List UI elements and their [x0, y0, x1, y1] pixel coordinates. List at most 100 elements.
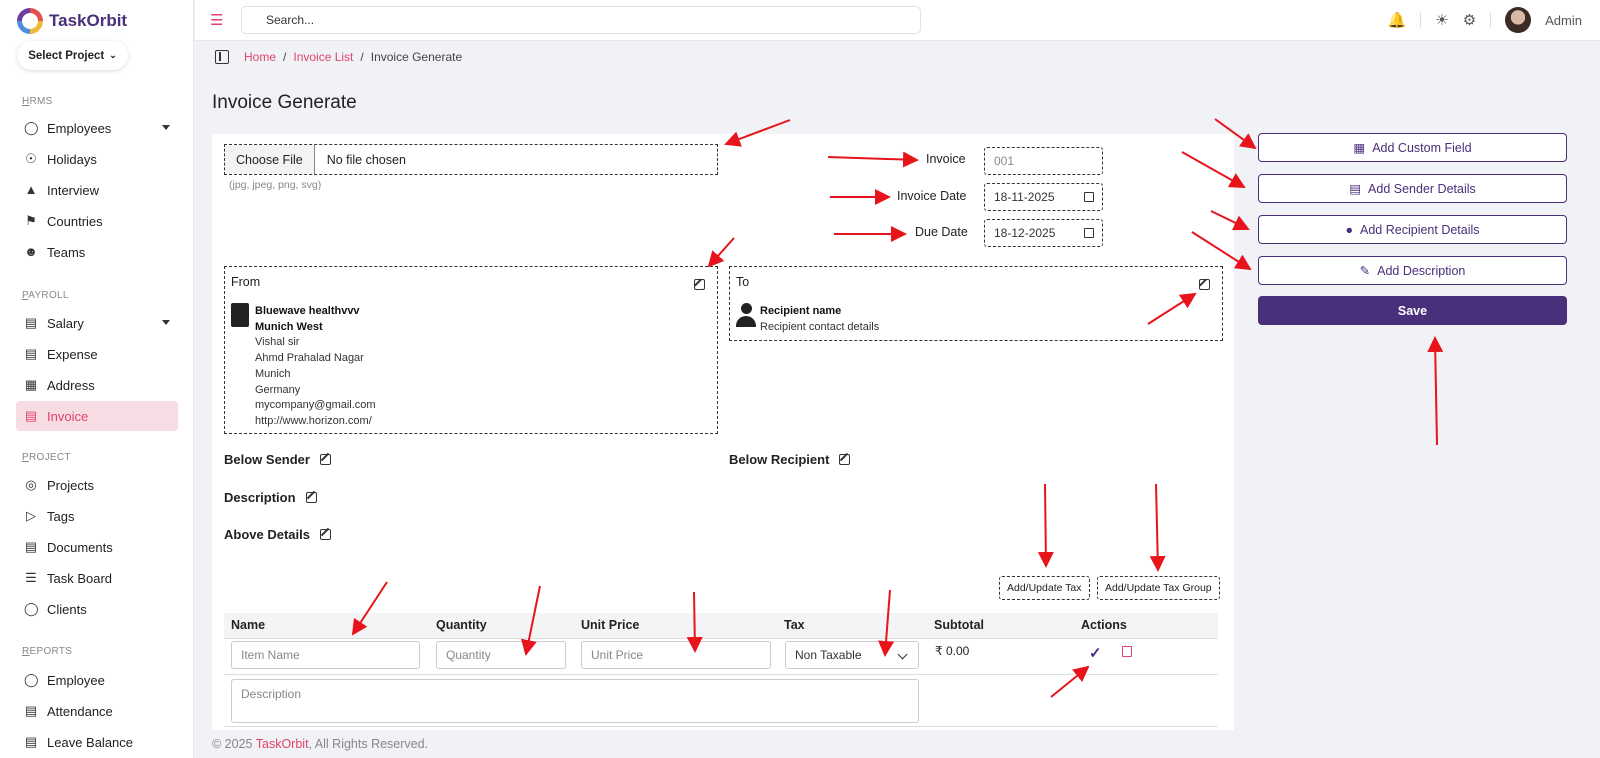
invoice-date-field[interactable]: 18-11-2025 — [984, 183, 1103, 211]
sender-line: Vishal sir — [255, 336, 300, 349]
sidebar-item-invoice[interactable]: ▤ Invoice — [16, 401, 178, 431]
sidebar-item-attendance[interactable]: ▤ Attendance — [16, 696, 178, 726]
edit-recipient-icon[interactable] — [1199, 279, 1210, 290]
row-divider — [224, 726, 1218, 727]
below-sender-section: Below Sender — [224, 452, 331, 467]
footer-year: © 2025 — [212, 737, 253, 751]
settings-gear-icon[interactable]: ⚙ — [1463, 11, 1476, 29]
choose-file-button[interactable]: Choose File — [225, 145, 315, 174]
item-description-textarea[interactable]: Description — [231, 679, 919, 723]
add-sender-label: Add Sender Details — [1368, 181, 1476, 196]
sidebar-item-holidays[interactable]: ☉ Holidays — [16, 144, 178, 174]
layers-icon: ☰ — [25, 570, 37, 585]
file-chosen-text: No file chosen — [326, 152, 406, 167]
edit-icon[interactable] — [305, 492, 317, 503]
sidebar-item-address[interactable]: ▦ Address — [16, 370, 178, 400]
tax-select[interactable]: Non Taxable — [785, 641, 919, 669]
sidebar-item-label: Holidays — [47, 151, 97, 167]
subtotal-value: ₹ 0.00 — [935, 644, 970, 658]
calendar-icon: ▤ — [24, 703, 38, 718]
add-custom-field-button[interactable]: ▦ Add Custom Field — [1258, 133, 1567, 162]
sidebar-item-documents[interactable]: ▤ Documents — [16, 532, 178, 562]
sidebar-item-label: Expense — [47, 346, 98, 362]
sidebar-toggle-icon[interactable] — [215, 50, 229, 64]
invoice-number-label: Invoice — [926, 152, 966, 166]
invoice-number-field[interactable]: 001 — [984, 147, 1103, 175]
add-description-button[interactable]: ✎ Add Description — [1258, 256, 1567, 285]
caret-down-icon — [162, 320, 170, 325]
edit-icon[interactable] — [319, 454, 331, 465]
search-input[interactable]: Search... — [241, 6, 921, 34]
sidebar-item-teams[interactable]: ☻ Teams — [16, 237, 178, 267]
sidebar-item-salary[interactable]: ▤ Salary — [16, 308, 178, 338]
due-date-field[interactable]: 18-12-2025 — [984, 219, 1103, 247]
item-name-input[interactable]: Item Name — [231, 641, 420, 669]
edit-icon[interactable] — [319, 529, 331, 540]
holiday-icon: ☉ — [25, 151, 37, 166]
add-update-tax-button[interactable]: Add/Update Tax — [999, 576, 1090, 600]
tag-icon: ▷ — [26, 508, 36, 523]
page-title: Invoice Generate — [212, 92, 357, 113]
receipt-icon: ▤ — [24, 346, 38, 361]
file-hint: (jpg, jpeg, png, svg) — [229, 179, 322, 191]
sidebar-item-expense[interactable]: ▤ Expense — [16, 339, 178, 369]
recipient-info: Recipient name Recipient contact details — [760, 304, 879, 335]
unit-price-input[interactable]: Unit Price — [581, 641, 771, 669]
sidebar-item-label: Leave Balance — [47, 734, 134, 750]
col-name: Name — [231, 618, 266, 632]
user-name[interactable]: Admin — [1545, 13, 1582, 28]
delete-trash-icon[interactable] — [1122, 646, 1132, 657]
footer-brand[interactable]: TaskOrbit — [256, 737, 309, 751]
add-sender-details-button[interactable]: ▤ Add Sender Details — [1258, 174, 1567, 203]
sidebar-item-task-board[interactable]: ☰ Task Board — [16, 563, 178, 593]
theme-sun-icon[interactable]: ☀ — [1435, 11, 1448, 29]
sidebar-item-label: Interview — [47, 182, 100, 198]
quantity-input[interactable]: Quantity — [436, 641, 566, 669]
edit-sender-icon[interactable] — [694, 279, 705, 290]
sidebar-item-countries[interactable]: ⚑ Countries — [16, 206, 178, 236]
app-logo[interactable]: TaskOrbit — [17, 8, 127, 34]
sender-line: Germany — [255, 383, 301, 396]
above-details-section: Above Details — [224, 527, 331, 542]
invoice-form-card: Choose File No file chosen (jpg, jpeg, p… — [212, 134, 1234, 730]
sender-line: Ahmd Prahalad Nagar — [255, 352, 364, 365]
breadcrumb-current: Invoice Generate — [370, 50, 463, 64]
sender-branch: Munich West — [255, 320, 323, 333]
notification-bell-icon[interactable]: 🔔 — [1388, 11, 1407, 29]
sidebar-item-projects[interactable]: ◎ Projects — [16, 470, 178, 500]
add-update-tax-group-button[interactable]: Add/Update Tax Group — [1097, 576, 1220, 600]
sidebar-item-employees[interactable]: ◯ Employees — [16, 113, 178, 143]
footer: © 2025 TaskOrbit, All Rights Reserved. — [212, 737, 428, 751]
avatar[interactable] — [1505, 7, 1532, 33]
sidebar-item-label: Clients — [47, 601, 87, 617]
layers-icon[interactable]: ☰ — [210, 11, 223, 29]
save-button[interactable]: Save — [1258, 296, 1567, 325]
divider — [1490, 12, 1492, 28]
sidebar-item-clients[interactable]: ◯ Clients — [16, 594, 178, 624]
breadcrumb-home[interactable]: Home — [244, 50, 276, 64]
sidebar-item-label: Task Board — [47, 570, 113, 586]
edit-icon[interactable] — [839, 454, 851, 465]
sidebar-item-label: Salary — [47, 315, 84, 331]
calendar-icon[interactable] — [1084, 192, 1094, 202]
client-icon: ◯ — [24, 601, 39, 616]
select-project-dropdown[interactable]: Select Project ⌄ — [17, 41, 128, 70]
section-hrms: HRMS — [22, 96, 53, 107]
person-icon: ● — [1345, 222, 1354, 237]
due-date-value: 18-12-2025 — [994, 226, 1056, 240]
sidebar-item-employee-report[interactable]: ◯ Employee — [16, 665, 178, 695]
logo-file-input[interactable]: Choose File No file chosen — [224, 144, 718, 175]
confirm-check-icon[interactable]: ✓ — [1089, 644, 1102, 662]
sidebar: TaskOrbit Select Project ⌄ HRMS ◯ Employe… — [0, 0, 194, 758]
breadcrumb-invoice-list[interactable]: Invoice List — [293, 50, 353, 64]
add-recipient-details-button[interactable]: ● Add Recipient Details — [1258, 215, 1567, 244]
sidebar-item-interview[interactable]: ▲ Interview — [16, 175, 178, 205]
col-quantity: Quantity — [436, 618, 487, 632]
calendar-icon[interactable] — [1084, 228, 1094, 238]
sidebar-item-leave-balance[interactable]: ▤ Leave Balance — [16, 727, 178, 757]
section-reports: REPORTS — [22, 646, 73, 657]
description-label: Description — [224, 490, 296, 505]
sidebar-item-tags[interactable]: ▷ Tags — [16, 501, 178, 531]
graduation-icon: ▲ — [24, 182, 38, 197]
sidebar-item-label: Countries — [47, 213, 103, 229]
